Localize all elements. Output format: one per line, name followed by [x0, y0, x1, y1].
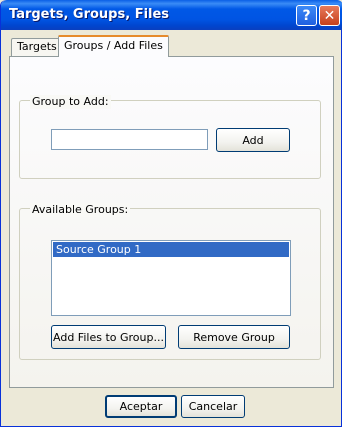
close-icon: ✕ — [323, 7, 336, 24]
add-files-to-group-button[interactable]: Add Files to Group... — [51, 325, 166, 349]
tab-targets-label: Targets — [17, 40, 57, 53]
title-bar[interactable]: Targets, Groups, Files ? ✕ — [1, 0, 342, 30]
tab-targets[interactable]: Targets — [11, 38, 63, 56]
help-button[interactable]: ? — [296, 5, 317, 26]
remove-group-button-label: Remove Group — [193, 330, 275, 344]
help-icon: ? — [302, 7, 311, 24]
available-groups-legend: Available Groups: — [30, 203, 131, 217]
window-title: Targets, Groups, Files — [9, 7, 170, 22]
add-button[interactable]: Add — [216, 128, 290, 152]
available-groups-list[interactable]: Source Group 1 — [51, 240, 291, 316]
add-files-button-label: Add Files to Group... — [53, 330, 164, 344]
remove-group-button[interactable]: Remove Group — [178, 325, 290, 349]
cancel-button[interactable]: Cancelar — [181, 395, 245, 418]
list-item[interactable]: Source Group 1 — [53, 242, 289, 257]
list-item-label: Source Group 1 — [56, 243, 142, 256]
cancel-button-label: Cancelar — [188, 400, 238, 413]
tab-groups-add-files[interactable]: Groups / Add Files — [58, 35, 169, 57]
group-name-input[interactable] — [51, 129, 208, 150]
close-button[interactable]: ✕ — [319, 5, 340, 26]
dialog-window: Targets, Groups, Files ? ✕ Targets Group… — [0, 0, 342, 427]
tab-groups-label: Groups / Add Files — [64, 39, 163, 52]
group-to-add-legend: Group to Add: — [30, 95, 111, 109]
ok-button[interactable]: Aceptar — [105, 395, 177, 418]
add-button-label: Add — [242, 133, 264, 147]
ok-button-label: Aceptar — [119, 400, 163, 413]
